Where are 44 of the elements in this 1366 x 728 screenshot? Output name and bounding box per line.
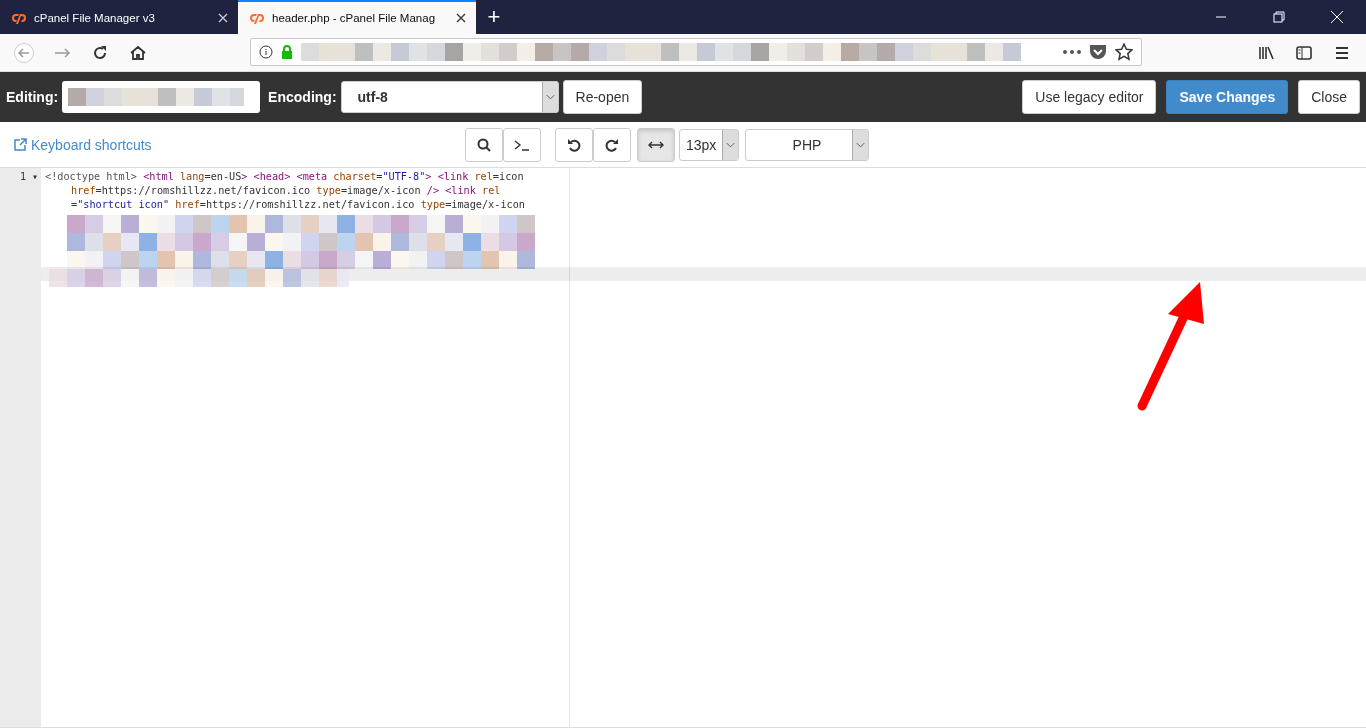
- redo-button[interactable]: [593, 127, 631, 162]
- close-icon[interactable]: [456, 13, 466, 23]
- caret-icon: [541, 82, 558, 112]
- caret-icon: [852, 129, 868, 160]
- new-tab-button[interactable]: +: [476, 0, 512, 34]
- external-link-icon: [14, 138, 27, 151]
- browser-tab[interactable]: cPanel File Manager v3: [0, 0, 238, 34]
- redo-icon: [605, 137, 619, 152]
- back-icon[interactable]: [14, 42, 34, 63]
- code-line: <!doctype html> <html lang=en-US> <head> <meta charset="UTF-8"> <link rel=icon: [45, 170, 525, 184]
- editor-button[interactable]: Use legacy editor: [1022, 80, 1157, 114]
- wrap-toggle-button[interactable]: [637, 127, 675, 162]
- encoding-label: Encoding:: [268, 89, 337, 105]
- code-line: href=https://romshillzz.net/favicon.ico type=image/x-icon /> <link rel: [70, 184, 502, 198]
- code-line: ="shortcut icon" href=https://romshillzz.net/favicon.ico type=image/x-icon: [70, 198, 526, 212]
- info-icon[interactable]: [259, 45, 273, 59]
- font-size-select[interactable]: 13px: [679, 128, 739, 161]
- keyboard-shortcuts-link[interactable]: Keyboard shortcuts: [14, 136, 152, 153]
- encoding-select[interactable]: utf-8: [340, 81, 559, 113]
- mode-select[interactable]: PHP: [745, 128, 869, 161]
- editing-label: Editing:: [6, 89, 59, 105]
- browser-tab[interactable]: header.php - cPanel File Manag: [238, 0, 476, 34]
- search-icon: [477, 137, 491, 152]
- editor-button[interactable]: Close: [1298, 80, 1360, 114]
- terminal-icon: [514, 138, 530, 151]
- line-number: 1 ▾: [19, 170, 40, 182]
- caret-icon: [722, 129, 738, 160]
- editor-button[interactable]: Re-open: [562, 80, 643, 114]
- tab-title: header.php - cPanel File Manag: [272, 12, 437, 24]
- star-icon[interactable]: [1115, 43, 1133, 61]
- horizontal-arrows-icon: [648, 140, 664, 149]
- pocket-icon[interactable]: [1089, 44, 1107, 60]
- more-icon[interactable]: [1063, 50, 1081, 54]
- undo-icon: [567, 137, 581, 152]
- restore-icon[interactable]: [1272, 10, 1286, 24]
- lock-icon: [281, 45, 293, 59]
- undo-button[interactable]: [555, 127, 593, 162]
- file-path-field[interactable]: [62, 81, 261, 113]
- tab-title: cPanel File Manager v3: [34, 12, 156, 24]
- command-button[interactable]: [503, 127, 541, 162]
- save-button[interactable]: Save Changes: [1166, 80, 1289, 114]
- cpanel-logo-icon: [10, 12, 26, 24]
- search-button[interactable]: [465, 127, 503, 162]
- cpanel-logo-icon: [248, 12, 264, 24]
